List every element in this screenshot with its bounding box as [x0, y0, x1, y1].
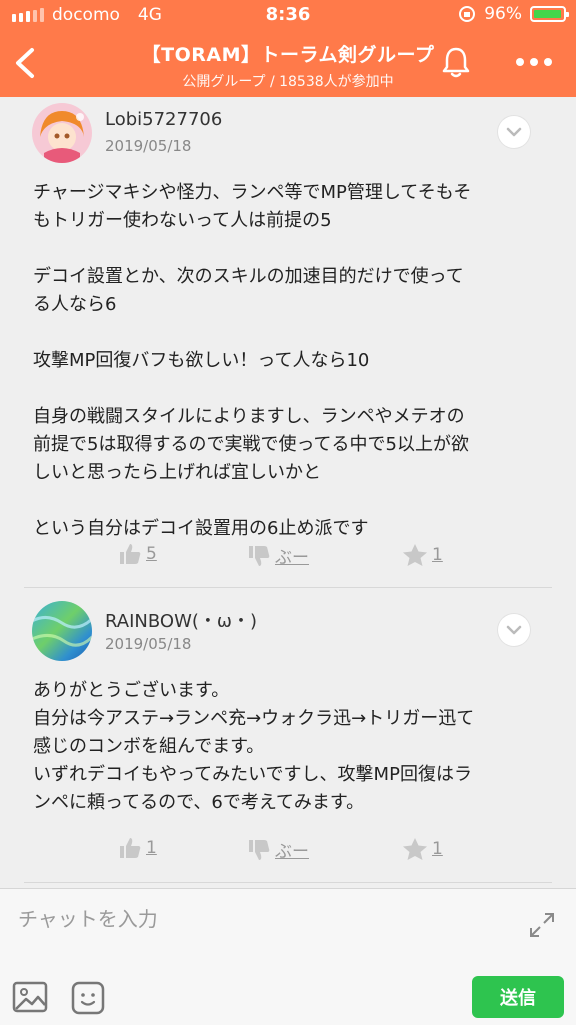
avatar[interactable]	[32, 103, 92, 163]
comment-post: RAINBOW(・ω・) 2019/05/18 ありがとうございます。 自分は今…	[0, 589, 576, 888]
thumbs-down-icon	[249, 545, 270, 566]
boo-label: ぶー	[275, 842, 309, 862]
like-button[interactable]: 1	[118, 837, 157, 859]
post-date: 2019/05/18	[105, 635, 192, 653]
boo-label: ぶー	[275, 548, 309, 568]
chevron-down-icon[interactable]	[498, 116, 530, 148]
username[interactable]: Lobi5727706	[105, 109, 222, 130]
bell-icon[interactable]	[438, 44, 474, 80]
like-count: 5	[146, 544, 157, 564]
chevron-down-icon[interactable]	[498, 614, 530, 646]
post-date: 2019/05/18	[105, 137, 192, 155]
chat-composer: 送信	[0, 888, 576, 1025]
post-body: ありがとうございます。 自分は今アステ→ランペ充→ウォクラ迅→トリガー迅て 感じ…	[33, 680, 475, 813]
chat-input[interactable]	[18, 903, 508, 935]
divider	[24, 882, 552, 883]
like-button[interactable]: 5	[118, 543, 157, 565]
post-actions: 1 ぶー 1	[0, 837, 576, 867]
boo-button[interactable]: ぶー	[247, 543, 309, 568]
star-icon	[403, 544, 427, 566]
star-count: 1	[432, 839, 443, 859]
expand-icon[interactable]	[528, 911, 556, 939]
thumbs-up-icon	[120, 838, 141, 858]
more-icon[interactable]	[512, 52, 556, 72]
status-bar: docomo 4G 8:36 96%	[0, 0, 576, 30]
like-count: 1	[146, 838, 157, 858]
image-icon[interactable]	[12, 981, 48, 1013]
star-icon	[403, 838, 427, 860]
star-button[interactable]: 1	[402, 543, 443, 567]
thumbs-down-icon	[249, 839, 270, 860]
battery-percent: 96%	[484, 4, 522, 24]
nav-bar: 【TORAM】トーラム剣グループ 公開グループ / 18538人が参加中	[0, 30, 576, 97]
nav-titles: 【TORAM】トーラム剣グループ 公開グループ / 18538人が参加中	[0, 40, 576, 91]
post-actions: 5 ぶー 1	[0, 543, 576, 573]
group-title: 【TORAM】トーラム剣グループ	[141, 44, 435, 66]
orientation-lock-icon	[459, 6, 476, 22]
star-button[interactable]: 1	[402, 837, 443, 861]
boo-button[interactable]: ぶー	[247, 837, 309, 862]
group-subtitle: 公開グループ / 18538人が参加中	[182, 74, 394, 90]
emoji-icon[interactable]	[71, 981, 105, 1015]
comment-post: Lobi5727706 2019/05/18 チャージマキシや怪力、ランペ等でM…	[0, 97, 576, 589]
username[interactable]: RAINBOW(・ω・)	[105, 607, 257, 633]
battery-icon	[530, 6, 569, 22]
star-count: 1	[432, 545, 443, 565]
battery-level	[534, 10, 561, 18]
avatar[interactable]	[32, 601, 92, 661]
comment-feed[interactable]: Lobi5727706 2019/05/18 チャージマキシや怪力、ランペ等でM…	[0, 97, 576, 888]
divider	[24, 587, 552, 588]
status-right: 96%	[458, 4, 569, 24]
post-body: チャージマキシや怪力、ランペ等でMP管理してそもそ もトリガー使わないって人は前…	[33, 182, 472, 539]
thumbs-up-icon	[120, 544, 141, 564]
send-button[interactable]: 送信	[472, 976, 564, 1018]
